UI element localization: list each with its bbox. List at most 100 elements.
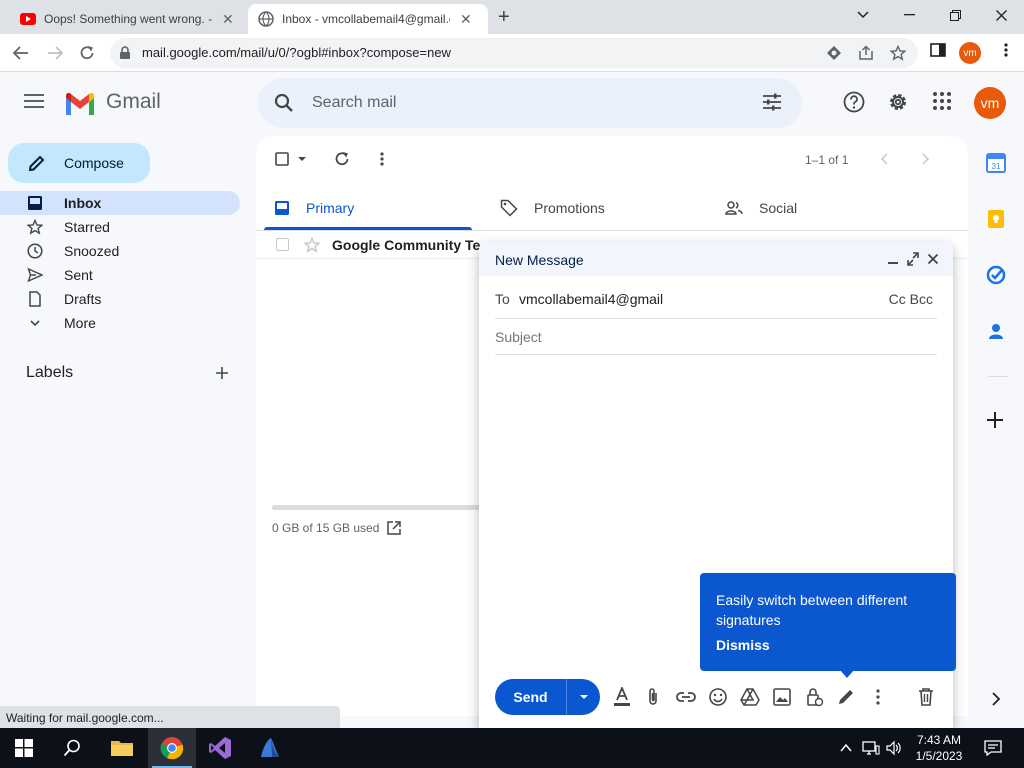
address-bar[interactable]: mail.google.com/mail/u/0/?ogbl#inbox?com… [110, 38, 918, 68]
select-dropdown-icon[interactable] [297, 156, 307, 162]
reload-button[interactable] [74, 40, 100, 66]
extension-eye-icon[interactable] [826, 45, 842, 61]
tab-title: Inbox - vmcollabemail4@gmail.c [282, 12, 450, 26]
chevron-up-icon[interactable] [840, 740, 852, 756]
send-button[interactable]: Send [495, 679, 567, 715]
contacts-icon[interactable] [986, 321, 1006, 341]
notifications-icon[interactable] [984, 740, 1002, 756]
attach-file-icon[interactable] [645, 687, 661, 707]
minimize-icon[interactable] [894, 4, 924, 26]
emoji-icon[interactable] [708, 687, 728, 707]
more-vert-icon[interactable] [998, 42, 1014, 58]
confidential-mode-icon[interactable] [804, 687, 824, 707]
older-page-icon[interactable] [920, 153, 930, 165]
sidebar-item-inbox[interactable]: Inbox [0, 191, 240, 215]
chrome-app[interactable] [148, 728, 196, 768]
new-tab-button[interactable]: + [498, 6, 510, 29]
tab-primary[interactable]: Primary [274, 186, 354, 230]
sidebar-item-snoozed[interactable]: Snoozed [0, 239, 240, 263]
tab-social[interactable]: Social [725, 186, 797, 230]
close-window-icon[interactable] [986, 4, 1016, 26]
taskbar-clock[interactable]: 7:43 AM 1/5/2023 [905, 732, 973, 764]
search-icon[interactable] [274, 93, 294, 113]
visual-studio-app[interactable] [196, 728, 244, 768]
lock-icon [120, 46, 130, 59]
side-panel-icon[interactable] [930, 42, 946, 58]
taskbar-search-button[interactable] [48, 728, 96, 768]
calendar-icon[interactable]: 31 [986, 153, 1006, 173]
dismiss-button[interactable]: Dismiss [716, 637, 770, 653]
discard-draft-icon[interactable] [917, 687, 935, 707]
insert-link-icon[interactable] [676, 687, 696, 707]
help-icon[interactable] [843, 91, 865, 113]
chevron-down-icon [30, 320, 40, 327]
network-icon[interactable] [862, 740, 880, 756]
add-addon-icon[interactable] [986, 411, 1004, 429]
google-drive-icon[interactable] [740, 687, 760, 707]
chrome-icon [160, 737, 184, 760]
tasks-icon[interactable] [986, 265, 1006, 285]
pinned-app[interactable] [246, 728, 294, 768]
volume-icon[interactable] [886, 740, 902, 756]
browser-tab-bar: Oops! Something went wrong. - ✕ Inbox - … [0, 0, 1024, 34]
globe-icon [258, 11, 274, 27]
to-field-row: To Cc Bcc [495, 284, 937, 319]
refresh-icon[interactable] [334, 151, 350, 167]
keep-icon[interactable] [986, 209, 1006, 229]
tab-promotions[interactable]: Promotions [500, 186, 605, 230]
expand-icon[interactable] [907, 252, 919, 266]
formatting-options-icon[interactable] [613, 687, 631, 707]
inbox-icon [28, 196, 42, 210]
add-label-icon[interactable] [214, 365, 230, 381]
compose-header[interactable]: New Message [479, 242, 953, 276]
sidebar-item-more[interactable]: More [0, 311, 240, 335]
tab-label: Social [759, 200, 798, 216]
account-avatar[interactable]: vm [974, 87, 1006, 119]
browser-tab-inbox[interactable]: Inbox - vmcollabemail4@gmail.c ✕ [248, 4, 488, 34]
more-options-icon[interactable] [870, 687, 886, 707]
insert-photo-icon[interactable] [772, 687, 792, 707]
start-button[interactable] [0, 728, 48, 768]
gmail-logo-icon[interactable] [64, 91, 96, 115]
close-tab-icon[interactable]: ✕ [460, 11, 472, 28]
search-input[interactable] [312, 91, 732, 115]
signature-pen-icon[interactable] [836, 687, 856, 707]
bookmark-star-icon[interactable] [890, 45, 906, 61]
file-explorer-app[interactable] [98, 728, 146, 768]
tab-search-icon[interactable] [848, 4, 878, 26]
newer-page-icon[interactable] [880, 153, 890, 165]
search-options-icon[interactable] [762, 93, 782, 111]
horizontal-scrollbar[interactable] [272, 505, 480, 510]
compose-button[interactable]: Compose [8, 143, 150, 183]
to-label: To [495, 291, 510, 307]
cc-bcc-link[interactable]: Cc Bcc [889, 291, 933, 307]
send-options-button[interactable] [567, 679, 600, 715]
browser-profile-avatar[interactable]: vm [959, 42, 981, 64]
sidebar-item-sent[interactable]: Sent [0, 263, 240, 287]
more-actions-icon[interactable] [374, 151, 390, 167]
close-icon[interactable] [927, 252, 939, 266]
forward-button[interactable] [42, 40, 68, 66]
open-external-icon[interactable] [386, 520, 402, 536]
apps-grid-icon[interactable] [932, 91, 952, 111]
back-button[interactable] [8, 40, 34, 66]
star-icon[interactable] [304, 237, 320, 253]
select-all-checkbox[interactable] [275, 152, 289, 166]
settings-gear-icon[interactable] [887, 91, 909, 113]
restore-icon[interactable] [940, 4, 970, 26]
chevron-right-icon[interactable] [988, 691, 1004, 707]
minimize-icon[interactable] [887, 252, 899, 266]
close-tab-icon[interactable]: ✕ [222, 11, 234, 28]
browser-tab-youtube[interactable]: Oops! Something went wrong. - ✕ [10, 4, 248, 34]
sidebar-item-drafts[interactable]: Drafts [0, 287, 240, 311]
pagination-text: 1–1 of 1 [805, 153, 849, 167]
main-menu-icon[interactable] [24, 92, 46, 110]
star-icon [27, 219, 43, 235]
signature-tip-callout: Easily switch between different signatur… [700, 573, 956, 678]
share-icon[interactable] [858, 45, 874, 61]
send-icon [27, 267, 43, 283]
to-input[interactable] [519, 288, 849, 310]
row-checkbox[interactable] [276, 238, 289, 251]
subject-input[interactable] [495, 327, 915, 347]
sidebar-item-starred[interactable]: Starred [0, 215, 240, 239]
